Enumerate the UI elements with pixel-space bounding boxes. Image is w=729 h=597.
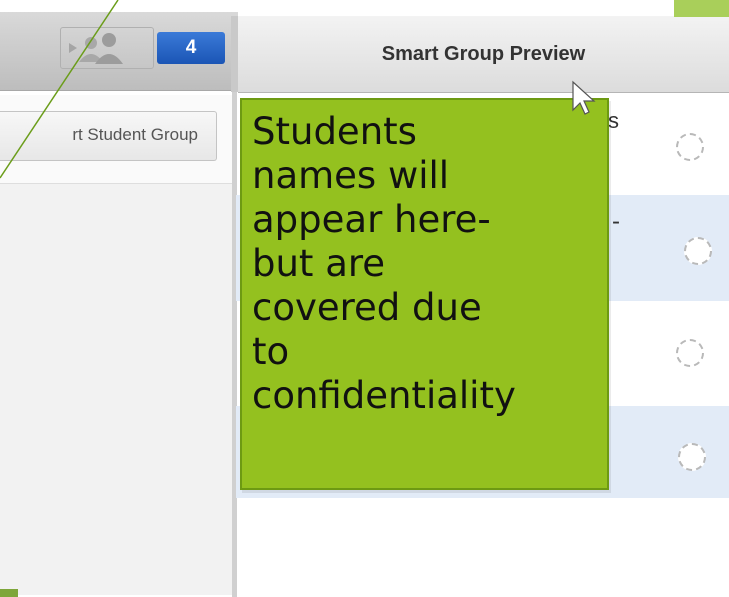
pointer-cursor-icon — [572, 80, 596, 115]
annotation-overlay — [0, 0, 596, 179]
pointer-line — [0, 0, 119, 179]
